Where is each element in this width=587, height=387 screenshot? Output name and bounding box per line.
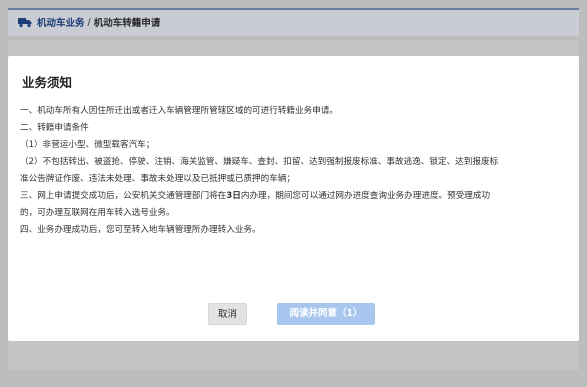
- notice-line: 的，可办理互联网在用车转入选号业务。: [20, 208, 175, 218]
- notice-line: （2）不包括转出、被盗抢、停驶、注销、海关监管、嫌疑车、查封、扣留、达到强制报废…: [20, 157, 499, 167]
- notice-emphasis: 3日: [226, 191, 241, 201]
- notice-line: 四、业务办理成功后，您可至转入地车辆管理所办理转入业务。: [20, 225, 261, 235]
- notice-content: 一、机动车所有人因住所迁出或者迁入车辆管理所管辖区域的可进行转籍业务申请。 二、…: [20, 103, 567, 239]
- notice-line: 三、网上申请提交成功后，公安机关交通管理部门将在3日内办理，期间您可以通过网办进…: [20, 188, 567, 205]
- notice-line: （1）非营运小型、微型载客汽车；: [20, 140, 155, 150]
- breadcrumb-bar: 机动车业务 / 机动车转籍申请: [8, 8, 579, 36]
- breadcrumb-current: 机动车转籍申请: [93, 18, 161, 29]
- breadcrumb: 机动车业务 / 机动车转籍申请: [18, 15, 160, 29]
- breadcrumb-separator: /: [87, 16, 91, 28]
- notice-line: 二、转籍申请条件: [20, 123, 89, 133]
- notice-line: 一、机动车所有人因住所迁出或者迁入车辆管理所管辖区域的可进行转籍业务申请。: [20, 106, 338, 116]
- notice-modal: 业务须知 一、机动车所有人因住所迁出或者迁入车辆管理所管辖区域的可进行转籍业务申…: [8, 56, 579, 341]
- cancel-button[interactable]: 取消: [208, 303, 247, 325]
- truck-icon: [18, 17, 32, 27]
- modal-title: 业务须知: [22, 75, 73, 90]
- notice-line: 准公告牌证作废、违法未处理、事故未处理以及已抵押或已质押的车辆；: [20, 174, 296, 184]
- read-and-agree-button[interactable]: 阅读并同意（1）: [277, 303, 375, 325]
- notice-text: 三、网上申请提交成功后，公安机关交通管理部门将在: [20, 191, 227, 201]
- breadcrumb-link-vehicle-business[interactable]: 机动车业务: [37, 15, 85, 29]
- notice-text: 内办理，期间您可以通过网办进度查询业务办理进度。预受理成功: [240, 191, 491, 201]
- background-panel-bottom: [8, 341, 579, 370]
